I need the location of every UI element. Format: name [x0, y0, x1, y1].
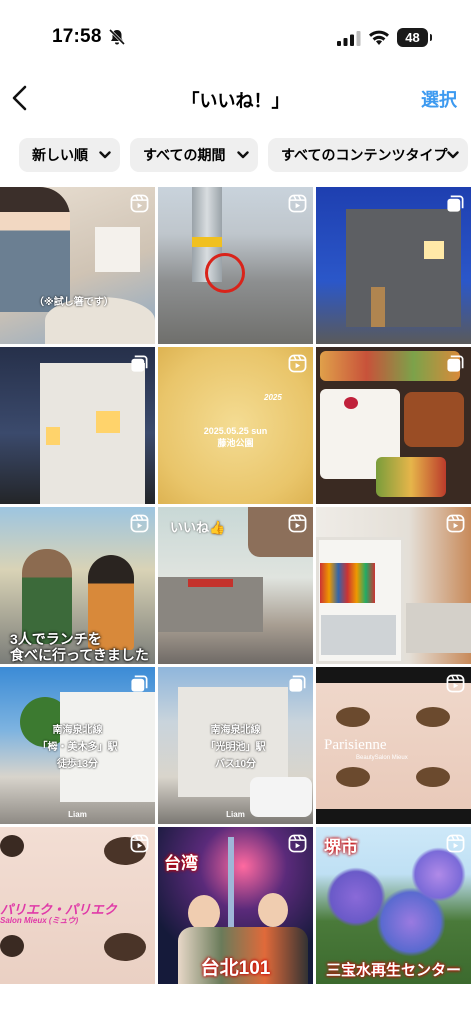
- status-time: 17:58: [52, 26, 102, 47]
- reels-icon: [446, 514, 465, 533]
- nav-header: 「いいね！」 選択: [0, 74, 471, 124]
- carousel-icon: [447, 355, 464, 372]
- reels-icon: [130, 514, 149, 533]
- filter-bar: 新しい順 すべての期間 すべてのコンテンツタイプ: [0, 136, 471, 176]
- post-thumbnail[interactable]: [158, 187, 313, 344]
- filter-period-label: すべての期間: [143, 147, 226, 163]
- select-button[interactable]: 選択: [421, 86, 457, 112]
- carousel-icon: [131, 355, 148, 372]
- silent-bell-icon: [108, 28, 126, 46]
- post-thumbnail[interactable]: 南海泉北線 「光明池」駅 バス10分 Liam: [158, 667, 313, 824]
- post-overlay-text: 南海泉北線 「栂・美木多」駅 徒歩13分: [37, 725, 118, 770]
- post-overlay-text: 台湾: [164, 854, 198, 873]
- filter-sort-chip[interactable]: 新しい順: [19, 138, 120, 172]
- post-thumbnail[interactable]: [316, 347, 471, 504]
- wifi-icon: [369, 30, 389, 45]
- post-overlay-text: 堺市: [324, 838, 358, 857]
- post-overlay-subtext: Liam: [226, 810, 245, 819]
- reels-icon: [288, 514, 307, 533]
- filter-period-chip[interactable]: すべての期間: [130, 138, 258, 172]
- post-thumbnail[interactable]: 3人でランチを 食べに行ってきました: [0, 507, 155, 664]
- post-overlay-text: （※試し箸です）: [34, 297, 114, 308]
- carousel-icon: [447, 195, 464, 212]
- post-thumbnail[interactable]: パリエク・パリエク Salon Mieux (ミュウ): [0, 827, 155, 984]
- reels-icon: [288, 194, 307, 213]
- post-overlay-subtext: Liam: [68, 810, 87, 819]
- post-thumbnail[interactable]: いいね👍: [158, 507, 313, 664]
- post-thumbnail[interactable]: 南海泉北線 「栂・美木多」駅 徒歩13分 Liam: [0, 667, 155, 824]
- post-overlay-text: いいね👍: [170, 520, 226, 535]
- post-overlay-subtext: BeautySalon Mieux: [356, 755, 408, 761]
- post-thumbnail[interactable]: Parisienne BeautySalon Mieux: [316, 667, 471, 824]
- post-thumbnail[interactable]: 2025.05.25 sun 藤池公園 2025: [158, 347, 313, 504]
- post-overlay-text: Parisienne: [324, 737, 387, 753]
- page-title: 「いいね！」: [181, 91, 290, 111]
- battery-indicator: 48: [397, 28, 432, 47]
- post-thumbnail[interactable]: [316, 507, 471, 664]
- reels-icon: [446, 834, 465, 853]
- post-overlay-subtext: 三宝水再生センター: [325, 962, 461, 979]
- post-overlay-text: 3人でランチを 食べに行ってきました: [10, 631, 149, 663]
- post-overlay-subtext: 台北101: [200, 958, 271, 979]
- post-thumbnail[interactable]: 台湾 台北101: [158, 827, 313, 984]
- filter-content-type-label: すべてのコンテンツタイプ: [281, 147, 448, 163]
- reels-icon: [446, 674, 465, 693]
- post-overlay-text: 2025.05.25 sun 藤池公園: [203, 426, 268, 448]
- post-thumbnail[interactable]: [316, 187, 471, 344]
- status-bar: 17:58 48: [0, 0, 471, 70]
- post-thumbnail[interactable]: [0, 347, 155, 504]
- post-overlay-text: 南海泉北線 「光明池」駅 バス10分: [205, 725, 266, 770]
- chevron-down-icon: [237, 151, 249, 159]
- chevron-down-icon: [99, 151, 111, 159]
- reels-icon: [130, 834, 149, 853]
- reels-icon: [288, 354, 307, 373]
- chevron-down-icon: [447, 151, 459, 159]
- carousel-icon: [289, 675, 306, 692]
- post-thumbnail[interactable]: 堺市 三宝水再生センター: [316, 827, 471, 984]
- post-thumbnail[interactable]: （※試し箸です）: [0, 187, 155, 344]
- cellular-signal-icon: [337, 31, 361, 46]
- filter-sort-label: 新しい順: [32, 147, 88, 163]
- carousel-icon: [131, 675, 148, 692]
- reels-icon: [288, 834, 307, 853]
- filter-content-type-chip[interactable]: すべてのコンテンツタイプ: [268, 138, 468, 172]
- reels-icon: [130, 194, 149, 213]
- post-overlay-subtext: 2025: [264, 393, 282, 402]
- post-overlay-subtext: Salon Mieux (ミュウ): [0, 916, 79, 925]
